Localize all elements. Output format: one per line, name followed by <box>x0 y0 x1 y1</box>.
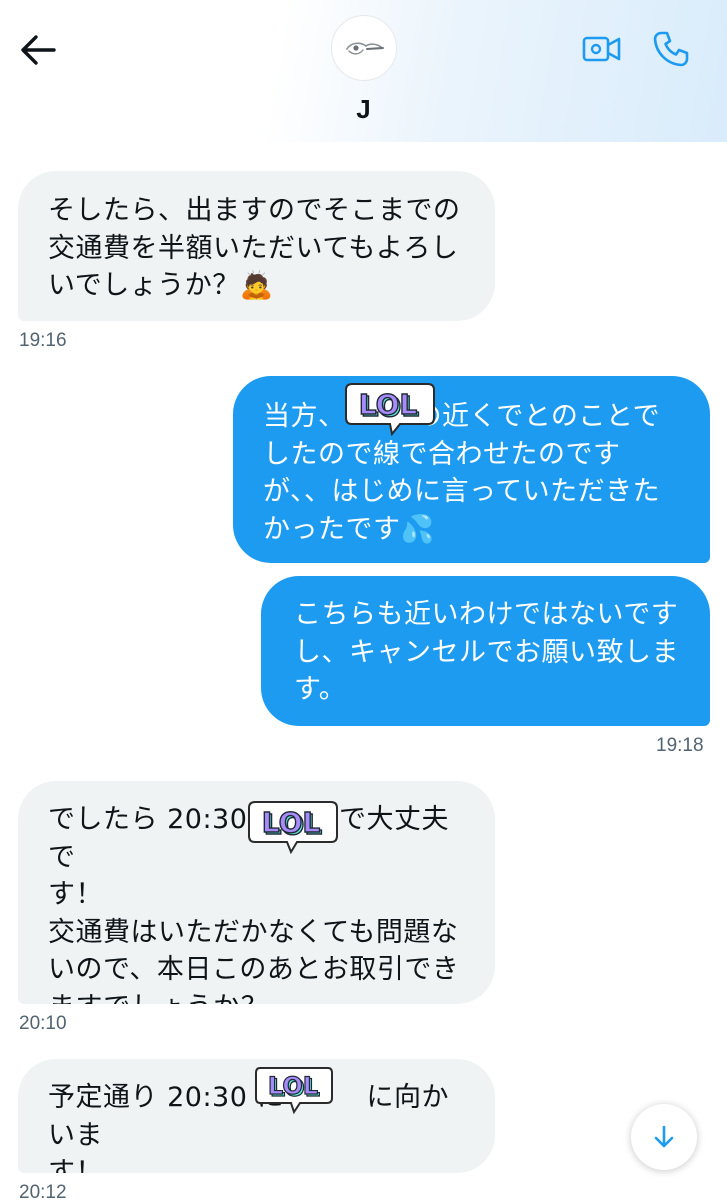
message-timestamp: 19:18 <box>656 735 704 756</box>
message-bubble[interactable]: 当方、 の近くでとのことで したので線で合わせたのです が、、はじめに言っていた… <box>233 376 710 563</box>
svg-text:LOL: LOL <box>262 806 321 839</box>
voice-call-button[interactable] <box>652 30 690 68</box>
lol-sticker: LOL LOL <box>252 1064 336 1116</box>
contact-name: J <box>356 94 371 124</box>
message-bubble[interactable]: こちらも近いわけではないです し、キャンセルでお願い致しま す。 <box>261 576 710 726</box>
message-bubble[interactable]: そしたら、出ますのでそこまでの 交通費を半額いただいてもよろし いでしょうか？🙇 <box>18 171 495 321</box>
svg-text:LOL: LOL <box>268 1072 318 1100</box>
video-camera-icon <box>582 36 621 62</box>
message-timestamp: 20:10 <box>19 1013 67 1034</box>
avatar-sketch-icon <box>346 42 384 55</box>
phone-icon <box>653 31 689 67</box>
message-timestamp: 19:16 <box>19 330 67 351</box>
video-call-button[interactable] <box>582 32 622 66</box>
lol-sticker: LOL LOL <box>342 378 438 437</box>
svg-text:LOL: LOL <box>359 388 418 421</box>
scroll-to-bottom-button[interactable] <box>631 1104 697 1170</box>
arrow-down-icon <box>654 1125 674 1148</box>
conversation-header: J <box>0 0 727 142</box>
arrow-left-icon <box>21 35 56 65</box>
message-timestamp: 20:12 <box>19 1182 67 1200</box>
avatar[interactable] <box>331 15 397 81</box>
back-button[interactable] <box>18 32 58 68</box>
lol-sticker: LOL LOL <box>245 796 341 855</box>
